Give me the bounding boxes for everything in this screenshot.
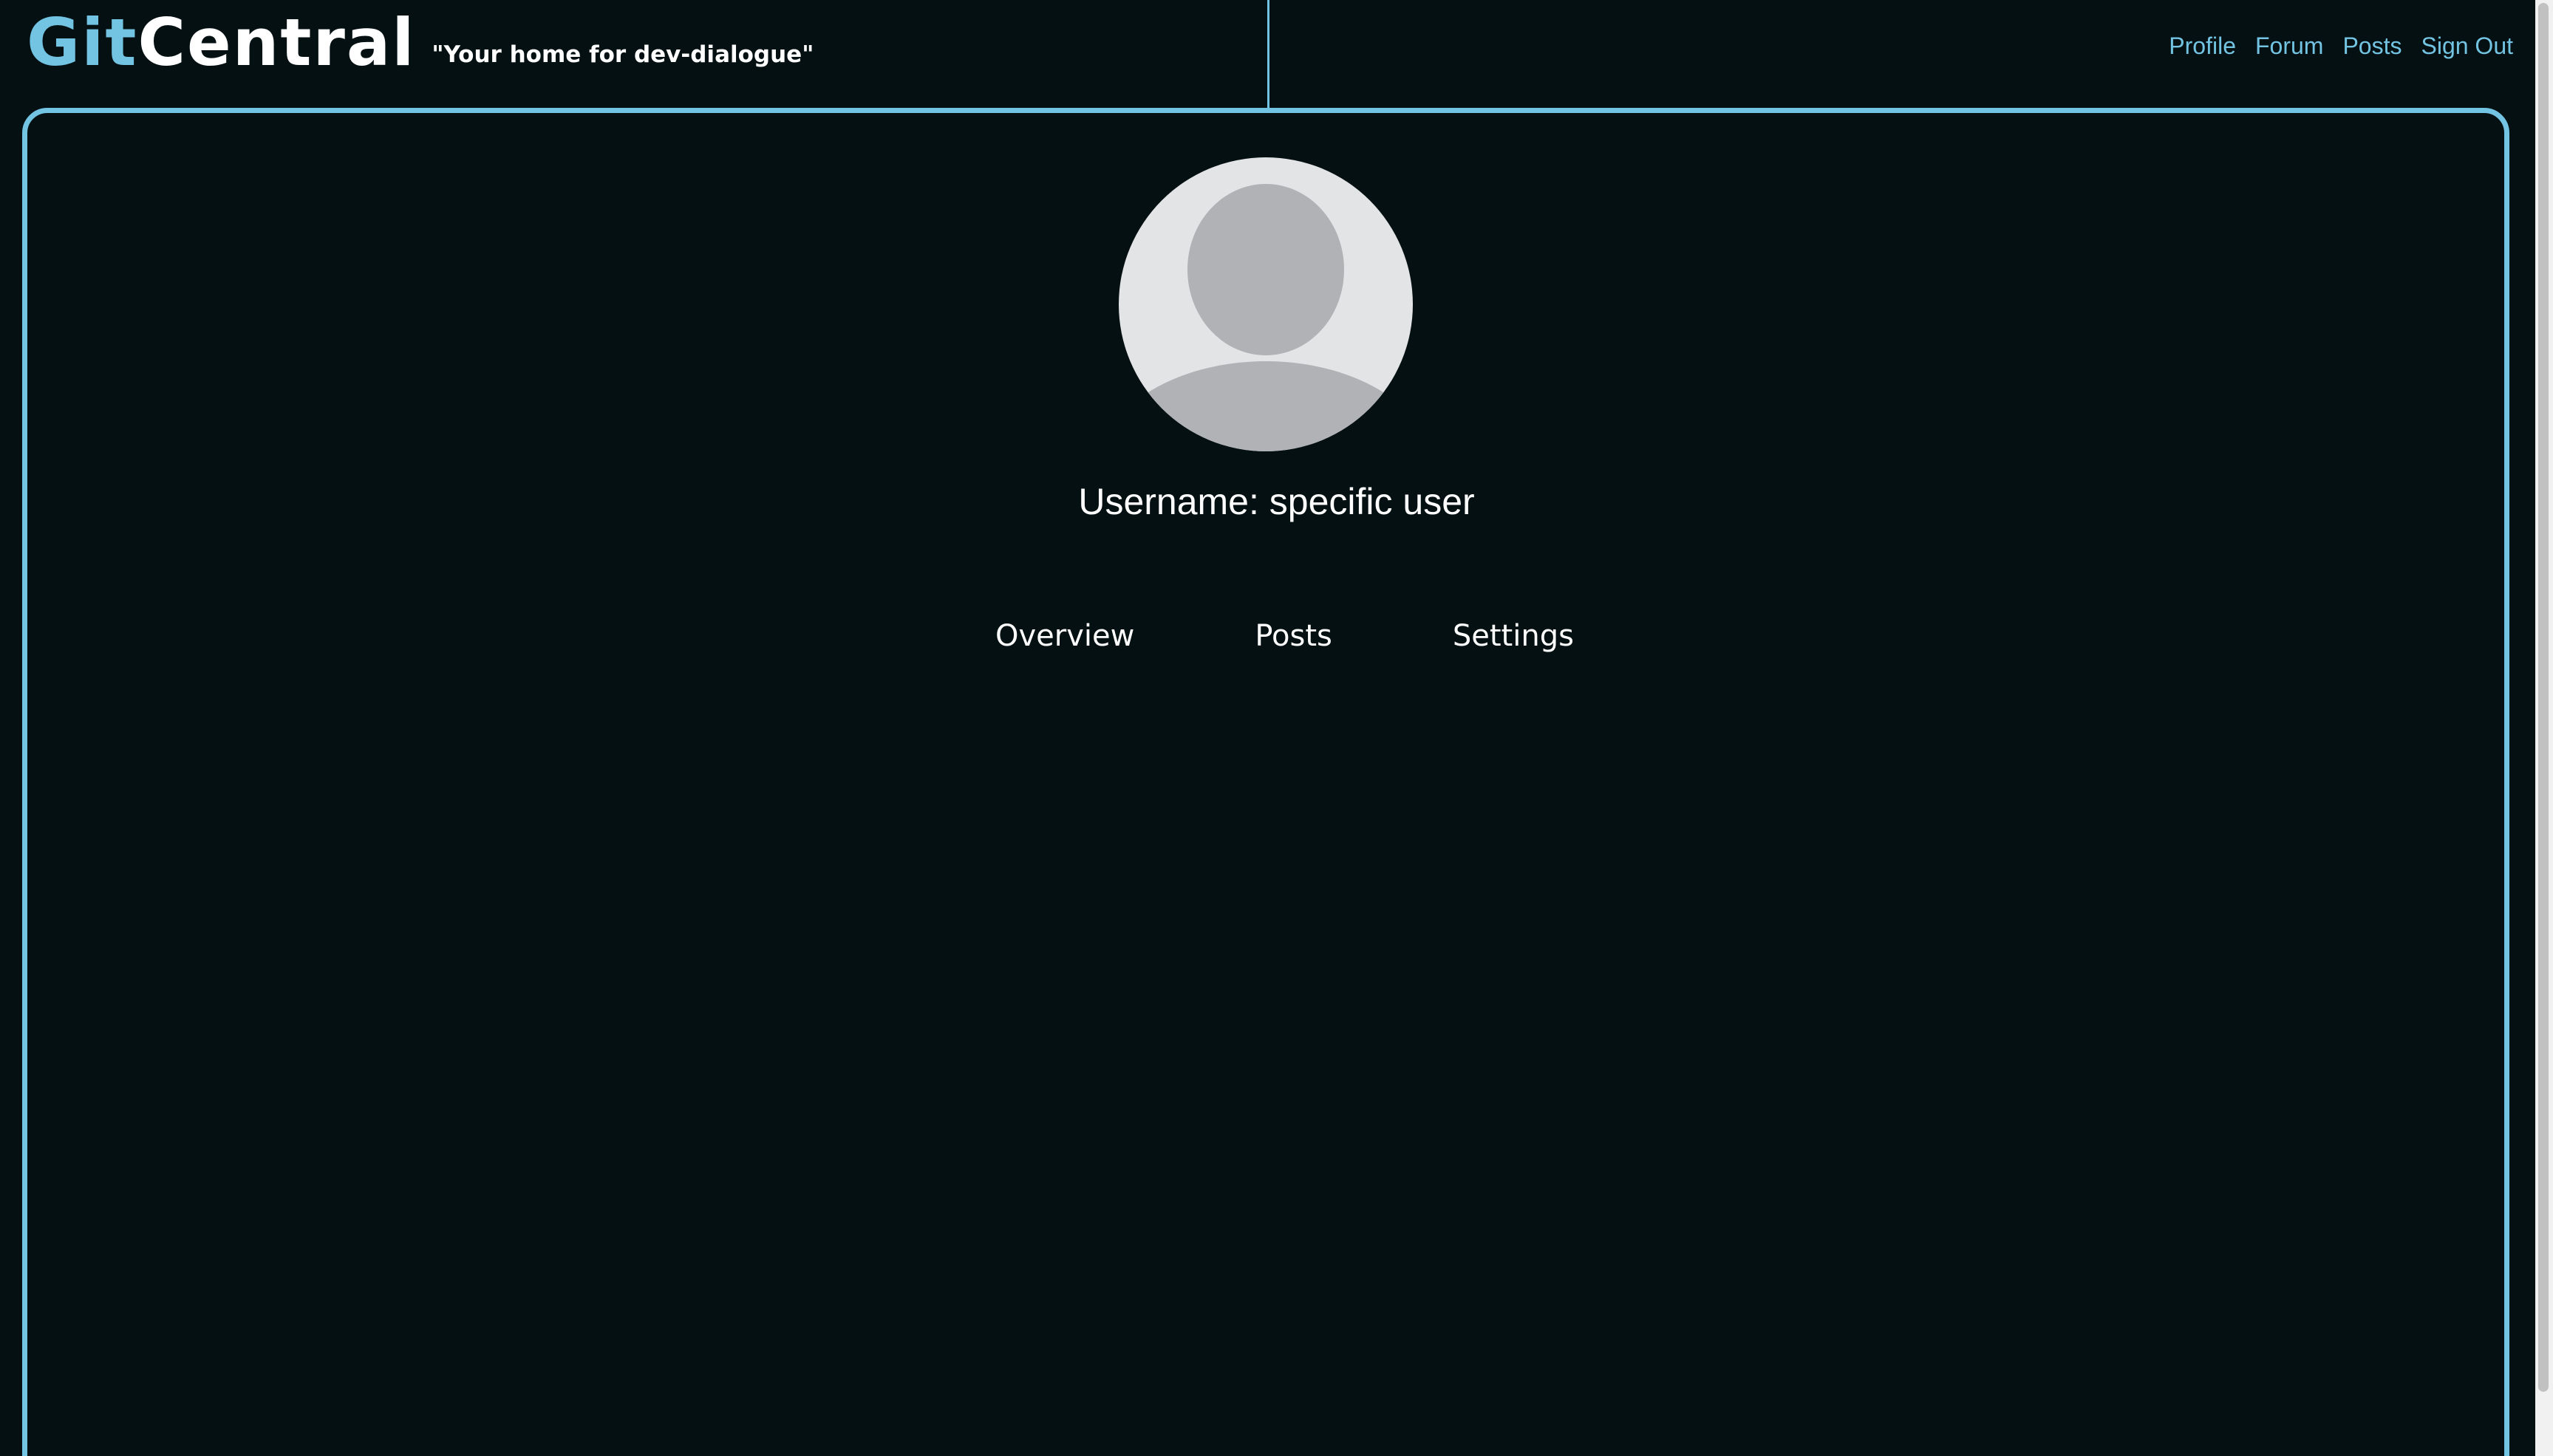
tab-settings[interactable]: Settings bbox=[1453, 619, 1574, 653]
scrollbar-thumb[interactable] bbox=[2538, 3, 2549, 1392]
header-divider-line bbox=[1267, 0, 1269, 109]
page: GitCentral "Your home for dev-dialogue" … bbox=[0, 0, 2553, 1456]
vertical-scrollbar[interactable] bbox=[2535, 0, 2553, 1456]
default-user-avatar-icon bbox=[1119, 157, 1413, 451]
logo-git-text: Git bbox=[27, 4, 138, 81]
nav-link-forum[interactable]: Forum bbox=[2255, 33, 2323, 60]
username-label: Username: specific user bbox=[1078, 481, 1475, 522]
nav-link-sign-out[interactable]: Sign Out bbox=[2421, 33, 2513, 60]
avatar-head bbox=[1187, 184, 1344, 355]
logo-central-text: Central bbox=[137, 4, 416, 81]
avatar-body bbox=[1119, 361, 1413, 451]
profile-tabs: Overview Posts Settings bbox=[995, 619, 1574, 653]
brand-logo[interactable]: GitCentral bbox=[27, 10, 415, 75]
brand-tagline: "Your home for dev-dialogue" bbox=[432, 41, 814, 68]
nav-link-posts[interactable]: Posts bbox=[2342, 33, 2402, 60]
top-nav: Profile Forum Posts Sign Out bbox=[2169, 33, 2513, 60]
nav-link-profile[interactable]: Profile bbox=[2169, 33, 2236, 60]
brand: GitCentral "Your home for dev-dialogue" bbox=[27, 10, 814, 75]
tab-overview[interactable]: Overview bbox=[995, 619, 1134, 653]
tab-posts[interactable]: Posts bbox=[1255, 619, 1332, 653]
